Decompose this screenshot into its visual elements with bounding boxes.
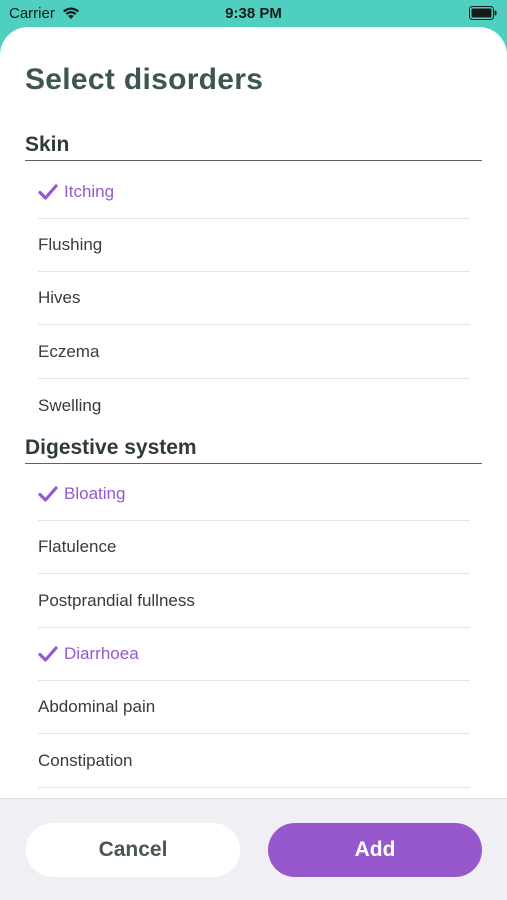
disorder-label: Eczema (38, 342, 100, 361)
disorder-label: Itching (64, 182, 115, 201)
disorder-option-itching[interactable]: Itching (38, 166, 470, 219)
disorder-option-constipation[interactable]: Constipation (38, 735, 470, 788)
disorder-label: Abdominal pain (38, 697, 156, 716)
disorder-label: Flushing (38, 235, 103, 254)
cancel-button[interactable]: Cancel (26, 823, 240, 877)
status-time: 9:38 PM (225, 5, 282, 22)
disorder-option-flushing[interactable]: Flushing (38, 219, 470, 272)
disorder-label: Diarrhoea (64, 644, 139, 663)
disorder-option-diarrhoea[interactable]: Diarrhoea (38, 628, 470, 681)
disorder-option-swelling[interactable]: Swelling (38, 379, 470, 432)
disorder-option-bloating[interactable]: Bloating (38, 468, 470, 521)
disorder-option-flatulence[interactable]: Flatulence (38, 521, 470, 574)
disorder-label: Swelling (38, 395, 102, 415)
disorder-label: Constipation (38, 751, 133, 770)
disorder-selection-sheet: Select disorders Skin Itching Flushing H… (0, 27, 507, 900)
disorder-label: Flatulence (38, 537, 117, 556)
checkmark-icon (38, 184, 58, 200)
disorder-option-abdominal-pain[interactable]: Abdominal pain (38, 681, 470, 734)
disorder-label: Postprandial fullness (38, 591, 195, 610)
status-bar: Carrier 9:38 PM (0, 0, 507, 28)
checkmark-icon (38, 486, 58, 502)
section-header-skin: Skin (25, 128, 482, 161)
disorder-option-postprandial-fullness[interactable]: Postprandial fullness (38, 575, 470, 628)
add-button[interactable]: Add (268, 823, 482, 877)
checkmark-icon (38, 646, 58, 662)
disorder-label: Bloating (64, 484, 126, 503)
battery-icon (469, 6, 497, 20)
disorder-label: Hives (38, 288, 81, 307)
disorder-option-eczema[interactable]: Eczema (38, 326, 470, 379)
page-title: Select disorders (25, 63, 264, 96)
action-footer: Cancel Add (0, 798, 507, 900)
disorder-option-hives[interactable]: Hives (38, 272, 470, 325)
section-header-digestive-system: Digestive system (25, 431, 482, 464)
